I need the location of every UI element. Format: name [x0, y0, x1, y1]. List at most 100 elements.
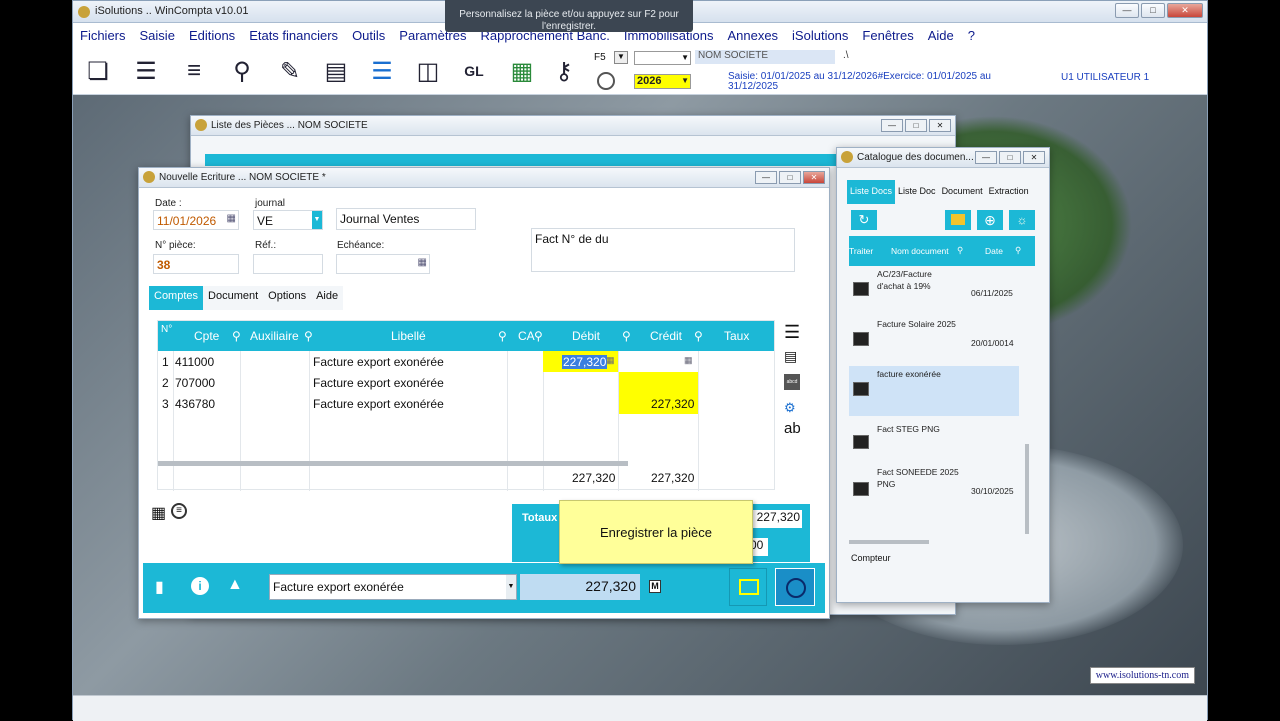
menu-aide[interactable]: Aide [921, 28, 961, 43]
year-select[interactable]: 2026 ▼ [634, 74, 691, 89]
table-row[interactable]: 3 436780 Facture export exonérée 227,320 [158, 397, 774, 415]
hierarchy-icon[interactable]: ⚙ [784, 400, 806, 420]
col-number[interactable]: N° [161, 324, 172, 335]
menu-isolutions[interactable]: iSolutions [785, 28, 855, 43]
add-document-button[interactable]: ⊕ [977, 210, 1003, 230]
col-ca[interactable]: CA [518, 329, 535, 343]
tab-document[interactable]: Document [938, 180, 986, 204]
calculator-icon[interactable]: ▦ [606, 355, 615, 366]
search-icon[interactable]: ⚲ [622, 329, 631, 343]
calendar-icon[interactable]: ▦ [418, 257, 427, 268]
catalog-item[interactable]: Fact SONEEDE 2025 PNG 30/10/2025 [849, 466, 1019, 514]
book-icon[interactable]: ◫ [411, 55, 445, 87]
lightbulb-button[interactable]: ☼ [1009, 210, 1035, 230]
menu-editions[interactable]: Editions [182, 28, 242, 43]
menu-saisie[interactable]: Saisie [133, 28, 182, 43]
text-format-icon[interactable]: ab [784, 420, 806, 437]
minimize-button[interactable]: — [755, 171, 777, 184]
row-account[interactable]: 707000 [175, 376, 215, 390]
folder-button[interactable] [945, 210, 971, 230]
graduation-cap-icon[interactable]: ▲ [227, 576, 243, 594]
row-libelle[interactable]: Facture export exonérée [313, 397, 444, 411]
col-cpte[interactable]: Cpte [194, 329, 219, 343]
horizontal-scrollbar[interactable] [849, 540, 929, 544]
menu-outils[interactable]: Outils [345, 28, 392, 43]
col-auxiliaire[interactable]: Auxiliaire [250, 329, 299, 343]
copy-icon[interactable]: ▤ [784, 348, 806, 374]
journal-code-field[interactable]: VE ▼ [253, 210, 323, 230]
col-libelle[interactable]: Libellé [391, 329, 426, 343]
f5-dropdown[interactable]: ▼ [614, 51, 628, 64]
tasks-icon[interactable]: ☰ [365, 55, 399, 87]
table-row[interactable]: 2 707000 Facture export exonérée [158, 376, 774, 394]
close-button[interactable]: ✕ [1023, 151, 1045, 164]
table-row[interactable]: 1 411000 Facture export exonérée 227,320… [158, 355, 774, 373]
menu-annexes[interactable]: Annexes [720, 28, 785, 43]
period-select[interactable]: ▼ [634, 51, 691, 65]
catalog-item[interactable]: AC/23/Facture d'achat à 19% 06/11/2025 [849, 268, 1019, 316]
calculator-icon[interactable]: ▦ [151, 503, 166, 523]
maximize-button[interactable]: □ [999, 151, 1021, 164]
close-button[interactable]: ✕ [929, 119, 951, 132]
tab-document[interactable]: Document [203, 286, 264, 310]
text-tag-icon[interactable]: abcd [784, 374, 800, 390]
catalog-item[interactable]: facture exonérée [849, 366, 1019, 416]
circle-icon[interactable] [597, 72, 615, 90]
col-nom-document[interactable]: Nom document [891, 246, 949, 256]
tab-extraction[interactable]: Extraction [985, 180, 1032, 204]
keys-icon[interactable]: ⚷ [547, 55, 581, 87]
equals-icon[interactable]: ≡ [171, 503, 187, 519]
catalog-item[interactable]: Fact STEG PNG [849, 423, 1019, 463]
chevron-down-icon[interactable]: ▼ [506, 575, 516, 599]
tab-options[interactable]: Options [263, 286, 312, 310]
search-icon[interactable]: ⚲ [1015, 245, 1021, 256]
report-icon[interactable]: ▦ [505, 55, 539, 87]
row-account[interactable]: 411000 [175, 355, 214, 369]
row-libelle[interactable]: Facture export exonérée [313, 355, 444, 369]
list-icon[interactable]: ≡ [177, 55, 211, 87]
calendar-icon[interactable]: ▦ [227, 213, 236, 224]
catalog-item[interactable]: Facture Solaire 2025 20/01/0014 [849, 318, 1019, 366]
chevron-down-icon[interactable]: ▼ [312, 211, 322, 229]
search-icon[interactable]: ⚲ [957, 245, 963, 256]
website-link[interactable]: www.isolutions-tn.com [1089, 667, 1195, 684]
search-icon[interactable]: ⚲ [225, 55, 259, 87]
col-date[interactable]: Date [985, 246, 1003, 256]
col-taux[interactable]: Taux [724, 329, 749, 343]
menu-etats-financiers[interactable]: Etats financiers [242, 28, 345, 43]
col-debit[interactable]: Débit [572, 329, 600, 343]
tab-aide[interactable]: Aide [311, 286, 344, 310]
vertical-scrollbar[interactable] [1025, 444, 1029, 534]
search-icon[interactable]: ⚲ [534, 329, 543, 343]
cube-icon[interactable]: ❏ [81, 55, 115, 87]
note-field[interactable]: Fact N° de du [531, 228, 795, 272]
checklist-icon[interactable]: ☰ [129, 55, 163, 87]
edit-icon[interactable]: ✎ [273, 55, 307, 87]
close-button[interactable]: ✕ [1167, 3, 1203, 18]
row-debit[interactable]: 227,320 [562, 355, 608, 369]
horizontal-scrollbar[interactable] [158, 461, 628, 466]
menu-fenetres[interactable]: Fenêtres [855, 28, 920, 43]
tab-liste-doc[interactable]: Liste Doc [895, 180, 939, 204]
minimize-button[interactable]: — [975, 151, 997, 164]
search-icon[interactable]: ⚲ [694, 329, 703, 343]
minimize-button[interactable]: — [1115, 3, 1139, 18]
tab-liste-docs[interactable]: Liste Docs [847, 180, 896, 204]
m-badge[interactable]: M [649, 580, 661, 593]
refresh-button[interactable]: ↻ [851, 210, 877, 230]
list-icon[interactable]: ☰ [784, 322, 806, 348]
document-icon[interactable]: ▤ [319, 55, 353, 87]
date-field[interactable]: 11/01/2026 ▦ [153, 210, 239, 230]
maximize-button[interactable]: □ [779, 171, 801, 184]
col-traiter[interactable]: Traiter [849, 246, 873, 256]
reference-field[interactable] [253, 254, 323, 274]
echeance-field[interactable]: ▦ [336, 254, 430, 274]
close-button[interactable]: ✕ [803, 171, 825, 184]
maximize-button[interactable]: □ [905, 119, 927, 132]
search-icon[interactable]: ⚲ [304, 329, 313, 343]
bookmark-icon[interactable]: ▮ [155, 577, 164, 597]
row-libelle[interactable]: Facture export exonérée [313, 376, 444, 390]
col-credit[interactable]: Crédit [650, 329, 682, 343]
tab-comptes[interactable]: Comptes [149, 286, 204, 310]
maximize-button[interactable]: □ [1141, 3, 1165, 18]
